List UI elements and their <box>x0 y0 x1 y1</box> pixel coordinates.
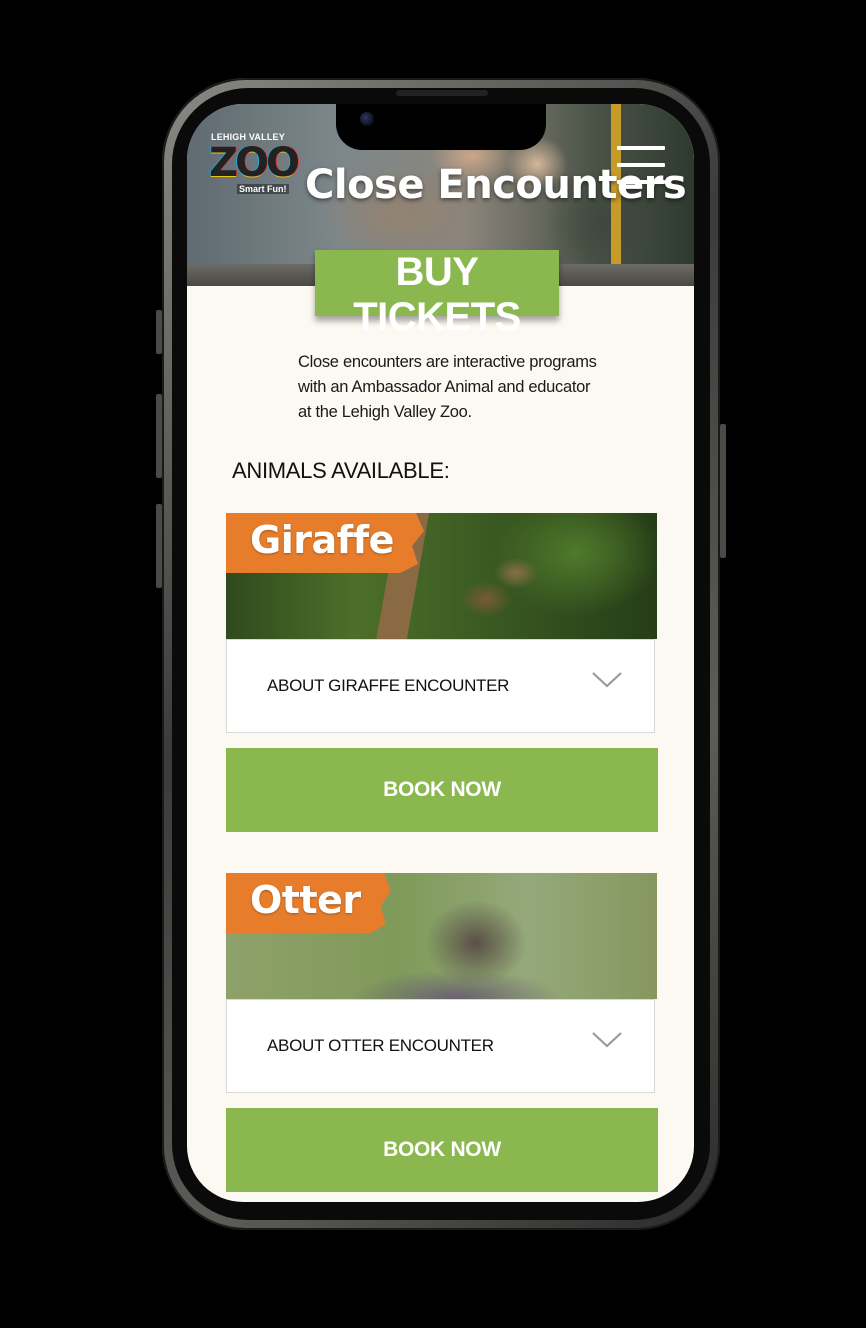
zoo-logo[interactable]: LEHIGH VALLEY ZOO Smart Fun! <box>209 130 300 198</box>
logo-name: ZOO <box>209 140 300 186</box>
volume-up-button <box>156 394 162 478</box>
about-otter-accordion[interactable]: ABOUT OTTER ENCOUNTER <box>226 999 655 1093</box>
volume-down-button <box>156 504 162 588</box>
book-now-button-otter[interactable]: BOOK NOW <box>226 1108 658 1192</box>
book-now-button-giraffe[interactable]: BOOK NOW <box>226 748 658 832</box>
animal-name-label: Giraffe <box>226 513 424 573</box>
power-button <box>720 424 726 558</box>
chevron-down-icon <box>592 672 622 688</box>
mute-switch <box>156 310 162 354</box>
intro-text: Close encounters are interactive program… <box>298 353 597 421</box>
otter-image: Otter <box>226 873 657 999</box>
chevron-down-icon <box>592 1032 622 1048</box>
animal-name-label: Otter <box>226 873 391 933</box>
about-giraffe-accordion[interactable]: ABOUT GIRAFFE ENCOUNTER <box>226 639 655 733</box>
phone-notch <box>336 90 546 150</box>
animals-heading: ANIMALS AVAILABLE: <box>232 458 450 483</box>
logo-tagline: Smart Fun! <box>237 184 289 194</box>
buy-tickets-button[interactable]: BUY TICKETS <box>315 250 559 339</box>
hamburger-menu-icon[interactable] <box>617 146 665 186</box>
phone-screen: LEHIGH VALLEY ZOO Smart Fun! Close Encou… <box>187 104 694 1202</box>
speaker-grille <box>396 90 488 96</box>
accordion-label: ABOUT GIRAFFE ENCOUNTER <box>267 676 510 695</box>
front-camera <box>360 112 374 126</box>
accordion-label: ABOUT OTTER ENCOUNTER <box>267 1036 494 1055</box>
giraffe-image: Giraffe <box>226 513 657 639</box>
